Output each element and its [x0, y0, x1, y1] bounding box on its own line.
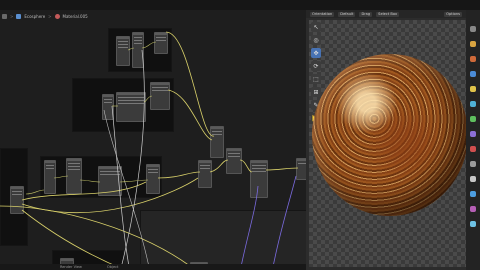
- select-tool-icon[interactable]: ↖: [311, 22, 321, 32]
- object-icon[interactable]: [2, 13, 7, 19]
- transform-tool-icon[interactable]: ⊞: [311, 87, 321, 97]
- cursor-tool-icon[interactable]: ◎: [311, 35, 321, 45]
- viewport-header: Orientation Default Drag Select Box Opti…: [306, 10, 466, 18]
- properties-tab-icon[interactable]: [470, 191, 476, 197]
- move-tool-icon[interactable]: ✥: [311, 48, 321, 58]
- properties-tab-icon[interactable]: [470, 131, 476, 137]
- properties-tab-icon[interactable]: [470, 56, 476, 62]
- properties-tab-icon[interactable]: [470, 206, 476, 212]
- material-icon: [54, 13, 60, 19]
- properties-tab-icon[interactable]: [470, 146, 476, 152]
- breadcrumb: > Ecosphere > Material.005: [2, 12, 88, 20]
- properties-tab-icon[interactable]: [470, 161, 476, 167]
- options-dropdown[interactable]: Options: [444, 11, 462, 17]
- scene-icon: [16, 13, 22, 19]
- shader-node-editor[interactable]: [0, 10, 306, 270]
- top-menu-bar: [0, 0, 480, 10]
- properties-tab-icon[interactable]: [470, 176, 476, 182]
- breadcrumb-item-material[interactable]: Material.005: [63, 14, 88, 19]
- breadcrumb-item-ecosphere[interactable]: Ecosphere: [24, 14, 45, 19]
- properties-tab-icon[interactable]: [470, 116, 476, 122]
- orientation-dropdown[interactable]: Default: [338, 11, 356, 17]
- properties-tab-strip: [466, 10, 480, 270]
- breadcrumb-separator: >: [10, 13, 14, 19]
- node-wires: [0, 31, 299, 270]
- status-right-text: Object: [107, 265, 119, 269]
- status-left-text: Render View: [60, 265, 82, 269]
- properties-tab-icon[interactable]: [470, 101, 476, 107]
- properties-tab-icon[interactable]: [470, 86, 476, 92]
- orientation-label: Orientation: [310, 11, 335, 17]
- scale-tool-icon[interactable]: ⬚: [311, 74, 321, 84]
- properties-tab-icon[interactable]: [470, 221, 476, 227]
- properties-tab-icon[interactable]: [470, 41, 476, 47]
- material-preview-sphere[interactable]: [312, 54, 468, 216]
- properties-tab-icon[interactable]: [470, 26, 476, 32]
- drag-label: Drag: [359, 11, 373, 17]
- properties-tab-icon[interactable]: [470, 71, 476, 77]
- rotate-tool-icon[interactable]: ⟳: [311, 61, 321, 71]
- select-mode-dropdown[interactable]: Select Box: [376, 11, 400, 17]
- status-bar: Render View Object: [0, 264, 306, 270]
- breadcrumb-separator: >: [48, 13, 52, 19]
